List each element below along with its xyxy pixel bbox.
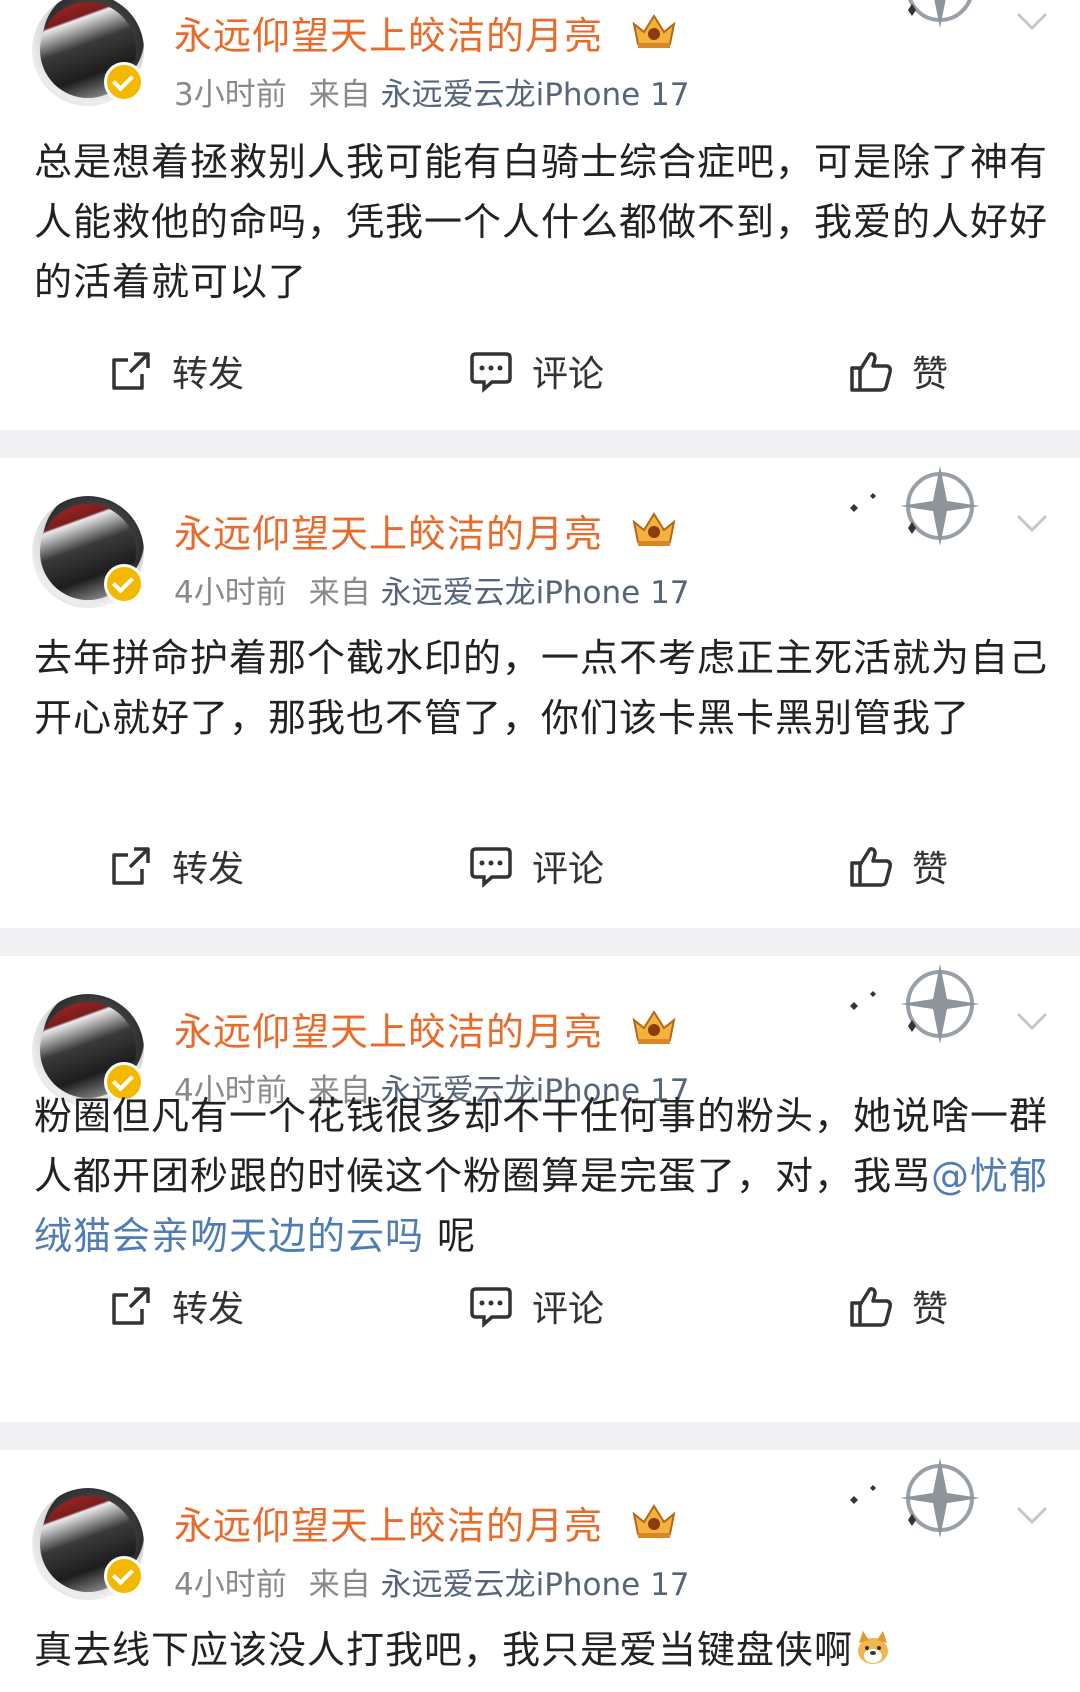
chevron-down-icon[interactable] <box>1012 1500 1052 1530</box>
post-text: 真去线下应该没人打我吧，我只是爱当键盘侠啊 <box>34 1628 854 1672</box>
like-button[interactable]: 赞 <box>848 341 948 401</box>
source-label: 来自 <box>308 1567 371 1603</box>
crown-icon <box>632 14 676 48</box>
post-content: 去年拼命护着那个截水印的，一点不考虑正主死活就为自己开心就好了，那我也不管了，你… <box>34 636 1049 740</box>
repost-icon <box>112 352 150 390</box>
action-bar: 转发 评论 赞 <box>0 836 1080 896</box>
post-card: 永远仰望天上皎洁的月亮 4小时前 来自 永远爱云龙iPhone 17 真去线下应该… <box>0 1450 1080 1692</box>
like-label: 赞 <box>912 1289 949 1330</box>
comment-icon <box>470 352 512 393</box>
post-text: 粉圈但凡有一个花钱很多却不干任何事的粉头，她说啥一群人都开团秒跟的时候这个粉圈算… <box>34 1094 1049 1198</box>
chevron-down-icon[interactable] <box>1012 6 1052 36</box>
source-label: 来自 <box>308 575 371 611</box>
verified-badge-icon <box>104 62 144 102</box>
device-name[interactable]: 永远爱云龙iPhone 17 <box>381 1567 690 1603</box>
post-time: 4小时前 <box>174 1567 287 1603</box>
thumbs-up-icon <box>850 352 892 392</box>
repost-icon <box>112 847 150 885</box>
device-name[interactable]: 永远爱云龙iPhone 17 <box>381 77 690 113</box>
comment-button[interactable]: 评论 <box>468 836 604 896</box>
comment-label: 评论 <box>532 849 605 890</box>
post-content: 总是想着拯救别人我可能有白骑士综合症吧，可是除了神有人能救他的命吗，凭我一个人什… <box>34 140 1049 304</box>
post-meta: 4小时前 来自 永远爱云龙iPhone 17 <box>174 1559 690 1604</box>
author-name[interactable]: 永远仰望天上皎洁的月亮 <box>174 1495 603 1550</box>
compass-card-decoration-icon <box>850 1458 980 1538</box>
action-bar: 转发 评论 赞 <box>0 341 1080 401</box>
repost-button[interactable]: 转发 <box>108 836 244 896</box>
verified-badge-icon <box>104 564 144 604</box>
like-button[interactable]: 赞 <box>848 836 948 896</box>
crown-icon <box>632 1010 676 1044</box>
like-label: 赞 <box>912 354 949 395</box>
dog-face-emoji-icon <box>858 1631 889 1664</box>
avatar[interactable] <box>32 496 144 608</box>
post-card: 永远仰望天上皎洁的月亮 4小时前 来自 永远爱云龙iPhone 17 去年拼命护着… <box>0 458 1080 928</box>
avatar[interactable] <box>32 1488 144 1600</box>
repost-button[interactable]: 转发 <box>108 341 244 401</box>
avatar[interactable] <box>32 0 144 106</box>
like-label: 赞 <box>912 849 949 890</box>
post-meta: 4小时前 来自 永远爱云龙iPhone 17 <box>174 567 690 612</box>
chevron-down-icon[interactable] <box>1012 1006 1052 1036</box>
author-name[interactable]: 永远仰望天上皎洁的月亮 <box>174 5 603 60</box>
post-card: 永远仰望天上皎洁的月亮 3小时前 来自 永远爱云龙iPhone 17 总是想着拯救… <box>0 0 1080 430</box>
feed-separator <box>0 1422 1080 1450</box>
compass-card-decoration-icon <box>908 0 972 28</box>
repost-label: 转发 <box>172 1289 245 1330</box>
repost-button[interactable]: 转发 <box>108 1276 244 1336</box>
comment-icon <box>470 847 512 888</box>
post-content: 粉圈但凡有一个花钱很多却不干任何事的粉头，她说啥一群人都开团秒跟的时候这个粉圈算… <box>34 1086 1054 1266</box>
post-meta: 3小时前 来自 永远爱云龙iPhone 17 <box>174 69 690 114</box>
weibo-feed: 永远仰望天上皎洁的月亮 3小时前 来自 永远爱云龙iPhone 17 总是想着拯救… <box>0 0 1080 1692</box>
feed-separator <box>0 430 1080 458</box>
feed-separator <box>0 928 1080 956</box>
comment-button[interactable]: 评论 <box>468 341 604 401</box>
thumbs-up-icon <box>850 1287 892 1327</box>
author-name[interactable]: 永远仰望天上皎洁的月亮 <box>174 1001 603 1056</box>
post-text-tail: 呢 <box>424 1214 477 1258</box>
repost-icon <box>112 1287 150 1325</box>
verified-badge-icon <box>104 1556 144 1596</box>
post-time: 4小时前 <box>174 575 287 611</box>
like-button[interactable]: 赞 <box>848 1276 948 1336</box>
post-time: 3小时前 <box>174 77 287 113</box>
crown-icon <box>632 512 676 546</box>
repost-label: 转发 <box>172 849 245 890</box>
crown-icon <box>632 1504 676 1538</box>
repost-label: 转发 <box>172 354 245 395</box>
source-label: 来自 <box>308 77 371 113</box>
author-name[interactable]: 永远仰望天上皎洁的月亮 <box>174 503 603 558</box>
comment-icon <box>470 1287 512 1328</box>
post-content: 真去线下应该没人打我吧，我只是爱当键盘侠啊 <box>34 1620 1054 1680</box>
action-bar: 转发 评论 赞 <box>0 1276 1080 1336</box>
device-name[interactable]: 永远爱云龙iPhone 17 <box>381 575 690 611</box>
chevron-down-icon[interactable] <box>1012 508 1052 538</box>
thumbs-up-icon <box>850 847 892 887</box>
comment-label: 评论 <box>532 1289 605 1330</box>
post-card: 永远仰望天上皎洁的月亮 4小时前 来自 永远爱云龙iPhone 17 粉圈但凡有一… <box>0 956 1080 1422</box>
comment-button[interactable]: 评论 <box>468 1276 604 1336</box>
comment-label: 评论 <box>532 354 605 395</box>
compass-card-decoration-icon <box>850 466 980 546</box>
compass-card-decoration-icon <box>850 964 980 1044</box>
